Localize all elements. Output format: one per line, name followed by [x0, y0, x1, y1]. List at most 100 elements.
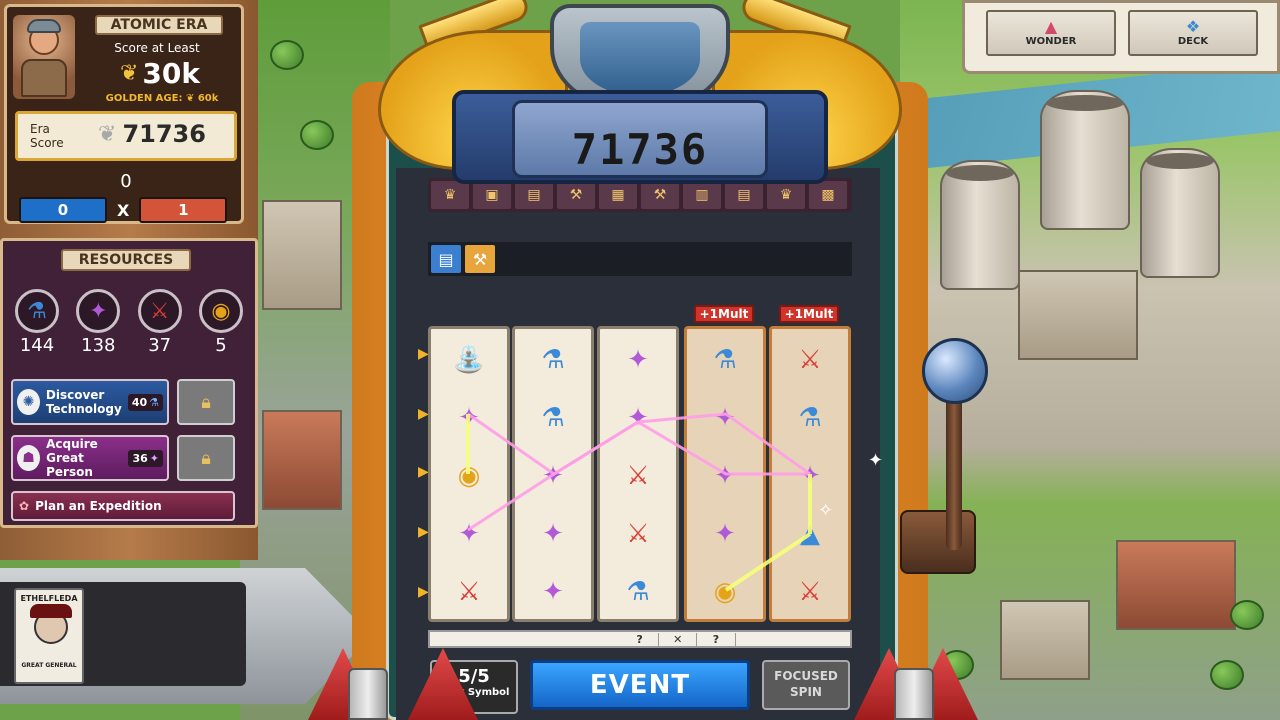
crown-icon: ♛ [767, 181, 805, 209]
flask-icon: ⚗ [149, 395, 159, 409]
tree [300, 120, 334, 150]
resource-gold: ◉ 5 [195, 289, 247, 356]
acquire-great-person-label: Acquire Great Person [46, 437, 98, 479]
discover-cost: 40 ⚗ [127, 393, 163, 411]
flask-icon: ⚗ [713, 345, 737, 375]
pyramid-icon: ▲ [1044, 17, 1058, 36]
avatar-helmet [27, 19, 61, 33]
great-person-card-icon: ✦ [714, 461, 736, 491]
lock-great-person-button[interactable]: 🔒︎ [177, 435, 235, 481]
great-person-card-icon: ✦ [799, 461, 821, 491]
crossed-swords-icon: ⚔ [626, 519, 650, 549]
score-target: ❦ 30k [95, 57, 225, 90]
mult-badge: +1Mult [779, 305, 839, 323]
expedition-icon: ✿ [19, 499, 30, 513]
silver-laurel-icon: ❦ [98, 121, 117, 147]
general-role: GREAT GENERAL [21, 662, 77, 669]
flask-icon: ⚗ [626, 577, 650, 607]
tree [270, 40, 304, 70]
tool-icon: ⚒ [557, 181, 595, 209]
reactor-building [1018, 270, 1138, 360]
great-person-card-icon: ✦ [458, 519, 480, 549]
ratio-separator: X [117, 200, 130, 220]
event-button[interactable]: EVENT [530, 660, 750, 710]
flask-icon: ⚗ [541, 345, 565, 375]
golden-age-threshold: GOLDEN AGE: ❦ 60k [87, 93, 237, 104]
padlock-icon: 🔒︎ [201, 391, 211, 413]
laurel-icon: ❦ [119, 60, 139, 86]
discover-cost-value: 40 [131, 395, 148, 409]
computer-icon: ▤ [515, 181, 553, 209]
golden-age-value: 60k [197, 93, 219, 104]
ratio-right-box: 1 [139, 197, 228, 223]
crossed-swords-icon: ⚔ [798, 345, 822, 375]
great-general-card[interactable]: ETHELFLEDA GREAT GENERAL [14, 588, 84, 684]
lever-knob-icon[interactable] [922, 338, 988, 404]
resource-flask: ⚗ 144 [11, 289, 63, 356]
era-progress-strip: ? ✕ ? [428, 630, 852, 648]
great-person-card-icon: ✦ [627, 345, 649, 375]
ratio-row: 0 X 1 [19, 197, 233, 223]
great-person-card-icon: ✦ [627, 403, 649, 433]
laurel-icon: ❦ [185, 93, 195, 104]
reel-1[interactable]: ⛲ ✦ ◉ ✦ ⚔ [428, 326, 510, 622]
apartment-building [1116, 540, 1236, 630]
resource-value: 138 [81, 335, 116, 356]
acquire-great-person-button[interactable]: ☗ Acquire Great Person 36 ✦ [11, 435, 169, 481]
tool-icon: ⚒ [641, 181, 679, 209]
plan-expedition-button[interactable]: ✿ Plan an Expedition [11, 491, 235, 521]
resource-value: 37 [148, 335, 172, 356]
great-person-card-icon: ✦ [542, 577, 564, 607]
general-name: ETHELFLEDA [20, 594, 78, 603]
factory-icon: ▩ [809, 181, 847, 209]
wonder-label: WONDER [1025, 36, 1077, 47]
wonder-pyramid-icon: ▲ [800, 519, 820, 549]
great-person-card-icon: ✦ [149, 451, 159, 465]
deck-button[interactable]: ❖ DECK [1128, 10, 1258, 56]
apartment-building [262, 410, 342, 510]
bolt-decoration [348, 668, 388, 720]
spin-lever[interactable] [946, 390, 962, 550]
great-person-card-icon: ✦ [76, 289, 121, 333]
reel-2[interactable]: ⚗ ⚗ ✦ ✦ ✦ [512, 326, 594, 622]
cooling-tower [1140, 148, 1220, 278]
computer-upgrade-icon[interactable]: ▤ [431, 245, 461, 273]
crossed-swords-icon: ⚔ [457, 577, 481, 607]
great-person-card-icon: ✦ [542, 461, 564, 491]
general-cap [30, 604, 72, 618]
wonder-fountain-icon: ⛲ [452, 345, 486, 375]
treasure-chest-icon: ▣ [473, 181, 511, 209]
resource-military: ⚔ 37 [134, 289, 186, 356]
crane-upgrade-icon[interactable]: ⚒ [465, 245, 495, 273]
discover-technology-button[interactable]: ✺ Discover Technology 40 ⚗ [11, 379, 169, 425]
reel-3[interactable]: ✦ ✦ ⚔ ⚔ ⚗ [597, 326, 679, 622]
building-icon: ▥ [683, 181, 721, 209]
lever-base [900, 510, 976, 574]
reel-5[interactable]: ⚔ ⚗ ✦ ▲ ⚔ [769, 326, 851, 622]
era-title: ATOMIC ERA [95, 15, 223, 35]
reel-4[interactable]: ⚗ ✦ ✦ ✦ ◉ [684, 326, 766, 622]
bolt-decoration [894, 668, 934, 720]
discover-technology-label: Discover Technology [45, 388, 122, 416]
great-person-card-icon: ✦ [714, 519, 736, 549]
book-icon: ▦ [599, 181, 637, 209]
crossed-swords-icon: ⚔ [798, 577, 822, 607]
tree [1210, 660, 1244, 690]
flask-icon: ⚗ [798, 403, 822, 433]
resources-row: ⚗ 144 ✦ 138 ⚔ 37 ◉ 5 [11, 289, 247, 356]
deck-label: DECK [1177, 36, 1209, 47]
selected-upgrades-strip: ▤ ⚒ [428, 242, 852, 276]
resources-title: RESOURCES [61, 249, 191, 271]
apartment-building [1000, 600, 1090, 680]
sparkle-icon: ✧ [818, 500, 834, 521]
lightbulb-icon: ✺ [17, 389, 40, 415]
resource-value: 5 [215, 335, 227, 356]
plan-expedition-label: Plan an Expedition [35, 499, 162, 513]
great-person-card-icon: ✦ [458, 403, 480, 433]
lock-technology-button[interactable]: 🔒︎ [177, 379, 235, 425]
apartment-building [262, 200, 342, 310]
person-icon: ☗ [17, 445, 41, 471]
focused-spin-button[interactable]: FOCUSED SPIN [762, 660, 850, 710]
gold-coin-icon: ◉ [713, 577, 737, 607]
wonder-button[interactable]: ▲ WONDER [986, 10, 1116, 56]
